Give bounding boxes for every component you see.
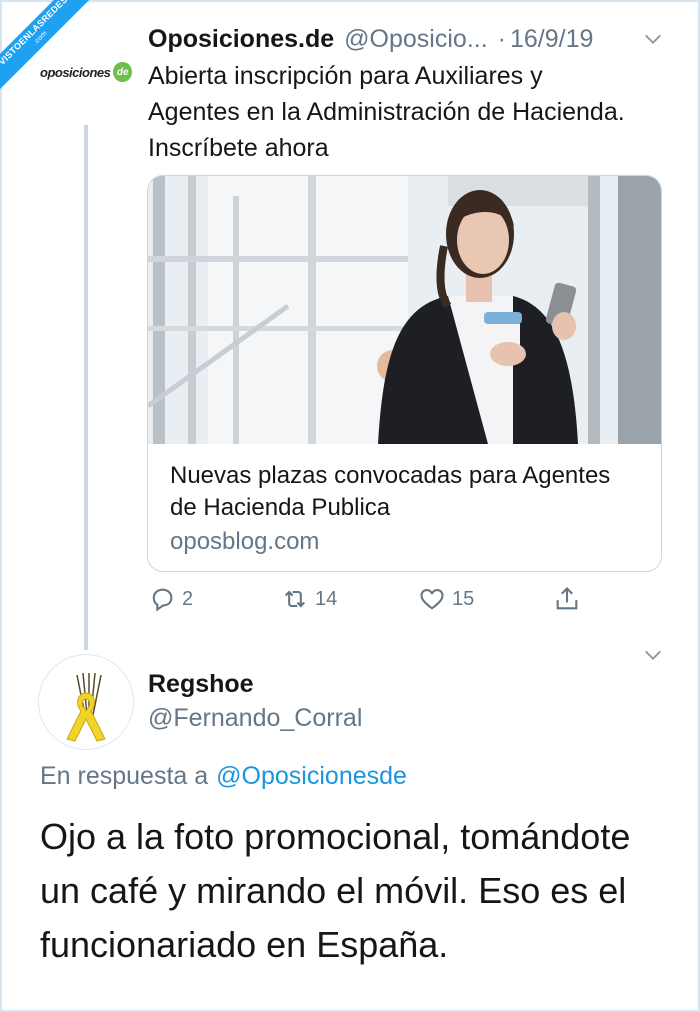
user-handle[interactable]: @Fernando_Corral [148, 704, 362, 733]
retweet-icon [284, 590, 306, 608]
chevron-down-icon[interactable] [642, 644, 664, 666]
card-title: Nuevas plazas convocadas para Agentes de… [170, 462, 611, 521]
tweet-actions: 2 14 15 [148, 585, 598, 617]
card-domain: oposblog.com [170, 528, 320, 555]
like-count: 15 [452, 587, 475, 610]
reply-icon [152, 588, 173, 612]
user-handle[interactable]: @Oposicio... [344, 25, 487, 54]
avatar-logo-text: oposiciones [40, 64, 111, 80]
like-button[interactable]: 15 [418, 585, 474, 613]
display-name[interactable]: Oposiciones.de [148, 25, 334, 54]
reply-context: En respuesta a @Oposicionesde [40, 762, 407, 791]
reply-button[interactable]: 2 [148, 585, 193, 613]
link-card[interactable]: Nuevas plazas convocadas para Agentes de… [147, 175, 662, 572]
heart-icon [420, 588, 444, 610]
chevron-down-icon[interactable] [642, 28, 664, 50]
tweet-date[interactable]: 16/9/19 [510, 25, 593, 54]
reply-prefix: En respuesta a [40, 762, 209, 790]
tweet-header: Oposiciones.de @Oposicio... · 16/9/19 [148, 22, 670, 56]
thread-line [84, 125, 88, 650]
card-text: Nuevas plazas convocadas para Agentes de… [170, 460, 641, 559]
tweet-text: Ojo a la foto promocional, tomándote un … [40, 816, 631, 965]
avatar[interactable]: oposiciones de [40, 60, 132, 84]
yellow-ribbon-icon [66, 672, 106, 742]
retweet-count: 14 [315, 587, 338, 610]
retweet-button[interactable]: 14 [281, 585, 337, 613]
reply-count: 2 [182, 587, 194, 610]
card-image [148, 176, 661, 444]
reply-mention-link[interactable]: @Oposicionesde [216, 762, 407, 790]
avatar-logo-badge: de [113, 62, 132, 82]
separator-dot: · [497, 24, 506, 53]
tweet-text: Abierta inscripción para Auxiliares y Ag… [148, 62, 625, 162]
avatar[interactable] [38, 654, 134, 750]
share-icon [556, 587, 578, 610]
share-button[interactable] [553, 585, 581, 613]
display-name[interactable]: Regshoe [148, 670, 254, 699]
